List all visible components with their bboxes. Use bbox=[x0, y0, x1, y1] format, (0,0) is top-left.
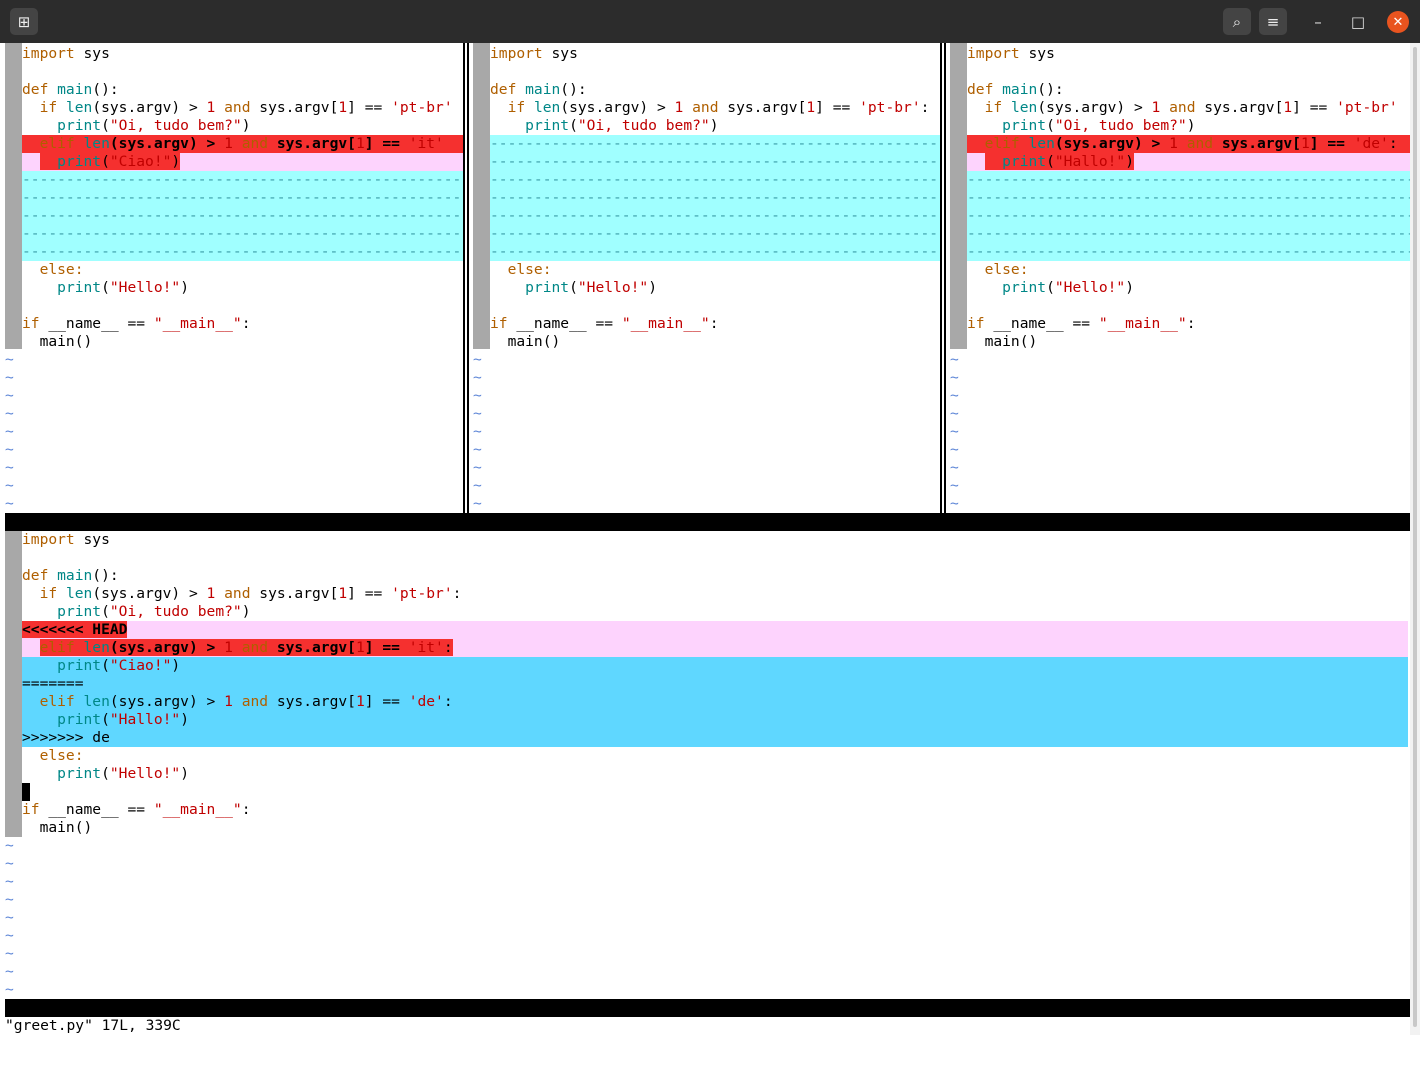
code-line: if len(sys.argv) > 1 and sys.argv[1] == … bbox=[39, 585, 462, 602]
code-line: import sys bbox=[22, 45, 110, 62]
empty-line-markers: ~ ~ ~ ~ ~ ~ ~ ~ ~ bbox=[5, 837, 14, 998]
status-scroll: All bbox=[1381, 1053, 1408, 1070]
code-line: print("Oi, tudo bem?") bbox=[57, 603, 251, 620]
code-line: else: bbox=[39, 261, 84, 278]
status-position: 15,0-1 bbox=[1247, 1035, 1300, 1052]
fold-column bbox=[950, 43, 967, 349]
code-line: if __name__ == "__main__": bbox=[22, 801, 251, 818]
new-tab-icon: ⊞ bbox=[17, 12, 31, 31]
diff-change-line: print("Hallo!") bbox=[22, 711, 1408, 729]
diff-filler: ----------------------------------------… bbox=[490, 135, 940, 261]
code-line: def main(): bbox=[22, 81, 119, 98]
terminal-scrollbar[interactable] bbox=[1410, 43, 1420, 1035]
merged-statusline: greet.py 15,0-1 All bbox=[5, 999, 1410, 1070]
code-line: main() bbox=[22, 333, 93, 350]
code-line: print("Hello!") bbox=[525, 279, 657, 296]
maximize-icon: □ bbox=[1350, 13, 1366, 31]
vertical-split[interactable] bbox=[940, 43, 946, 513]
cursor-line[interactable] bbox=[22, 783, 1410, 801]
diff-change-line: elif len(sys.argv) > 1 and sys.argv[1] =… bbox=[22, 135, 463, 153]
code-line: print("Hello!") bbox=[57, 279, 189, 296]
code-line: import sys bbox=[967, 45, 1055, 62]
terminal-area[interactable]: import sys def main(): if len(sys.argv) … bbox=[5, 43, 1410, 1070]
fold-column bbox=[5, 531, 22, 837]
code-line: import sys bbox=[22, 531, 110, 548]
code-line: else: bbox=[39, 747, 84, 764]
search-icon: ⌕ bbox=[1232, 12, 1242, 31]
minimize-icon: – bbox=[1314, 13, 1322, 31]
local-statusline: ./greet_LOCAL_17001.py 10,0-1 All bbox=[5, 513, 468, 584]
text-cursor bbox=[22, 783, 30, 801]
code-line: if __name__ == "__main__": bbox=[22, 315, 251, 332]
code-line: print("Oi, tudo bem?") bbox=[1002, 117, 1196, 134]
code-line: main() bbox=[22, 819, 93, 836]
code-line: def main(): bbox=[490, 81, 587, 98]
code-line: print("Hello!") bbox=[1002, 279, 1134, 296]
close-icon: ✕ bbox=[1392, 14, 1404, 30]
diff-change-line: elif len(sys.argv) > 1 and sys.argv[1] =… bbox=[22, 693, 1408, 711]
code-line: import sys bbox=[490, 45, 578, 62]
fold-column bbox=[473, 43, 490, 349]
code-line: print("Oi, tudo bem?") bbox=[57, 117, 251, 134]
code-line: if len(sys.argv) > 1 and sys.argv[1] == … bbox=[984, 99, 1398, 116]
base-statusline: ./greet_BASE_17001.py 8,0-1 All bbox=[468, 513, 945, 584]
command-line[interactable]: "greet.py" 17L, 339C bbox=[5, 1017, 181, 1035]
title-bar: ⊞ ⌕ ≡ – □ ✕ bbox=[0, 0, 1420, 43]
empty-line-markers: ~ ~ ~ ~ ~ ~ ~ ~ ~ bbox=[950, 351, 959, 512]
diff-change-line: print("Ciao!") bbox=[22, 657, 1408, 675]
remote-statusline: ./greet_REMOTE_17001.py 10,0-1 All bbox=[945, 513, 1410, 584]
code-line: print("Oi, tudo bem?") bbox=[525, 117, 719, 134]
code-line: if len(sys.argv) > 1 and sys.argv[1] == … bbox=[39, 99, 453, 116]
code-line: else: bbox=[984, 261, 1029, 278]
diff-change-line: print("Ciao!") bbox=[22, 153, 463, 171]
close-button[interactable]: ✕ bbox=[1387, 11, 1409, 33]
conflict-marker-head: <<<<<<< HEAD bbox=[22, 621, 1408, 639]
diff-change-line: elif len(sys.argv) > 1 and sys.argv[1] =… bbox=[967, 135, 1410, 153]
code-line: if __name__ == "__main__": bbox=[967, 315, 1196, 332]
code-line: else: bbox=[507, 261, 552, 278]
search-button[interactable]: ⌕ bbox=[1223, 8, 1251, 35]
code-line: main() bbox=[490, 333, 561, 350]
diff-filler: ----------------------------------------… bbox=[22, 171, 463, 261]
vertical-split[interactable] bbox=[463, 43, 469, 513]
fold-column bbox=[5, 43, 22, 349]
empty-line-markers: ~ ~ ~ ~ ~ ~ ~ ~ ~ bbox=[5, 351, 14, 512]
diff-filler: ----------------------------------------… bbox=[967, 171, 1410, 261]
local-pane[interactable]: import sys def main(): if len(sys.argv) … bbox=[5, 43, 463, 513]
merged-pane[interactable]: import sys def main(): if len(sys.argv) … bbox=[5, 531, 1410, 999]
conflict-marker-end: >>>>>>> de bbox=[22, 729, 1408, 747]
conflict-marker-separator: ======= bbox=[22, 675, 1408, 693]
code-line: def main(): bbox=[967, 81, 1064, 98]
remote-pane[interactable]: import sys def main(): if len(sys.argv) … bbox=[950, 43, 1410, 513]
code-line: print("Hello!") bbox=[57, 765, 189, 782]
diff-change-line: elif len(sys.argv) > 1 and sys.argv[1] =… bbox=[22, 639, 1408, 657]
code-line: if __name__ == "__main__": bbox=[490, 315, 719, 332]
diff-change-line: print("Hallo!") bbox=[967, 153, 1410, 171]
menu-button[interactable]: ≡ bbox=[1259, 8, 1287, 35]
code-line: main() bbox=[967, 333, 1038, 350]
code-line: if len(sys.argv) > 1 and sys.argv[1] == … bbox=[507, 99, 930, 116]
minimize-button[interactable]: – bbox=[1306, 10, 1330, 34]
new-tab-button[interactable]: ⊞ bbox=[10, 8, 38, 35]
code-line: def main(): bbox=[22, 567, 119, 584]
base-pane[interactable]: import sys def main(): if len(sys.argv) … bbox=[473, 43, 940, 513]
maximize-button[interactable]: □ bbox=[1346, 10, 1370, 34]
hamburger-menu-icon: ≡ bbox=[1266, 12, 1280, 31]
scrollbar-thumb[interactable] bbox=[1413, 47, 1417, 1027]
empty-line-markers: ~ ~ ~ ~ ~ ~ ~ ~ ~ bbox=[473, 351, 482, 512]
